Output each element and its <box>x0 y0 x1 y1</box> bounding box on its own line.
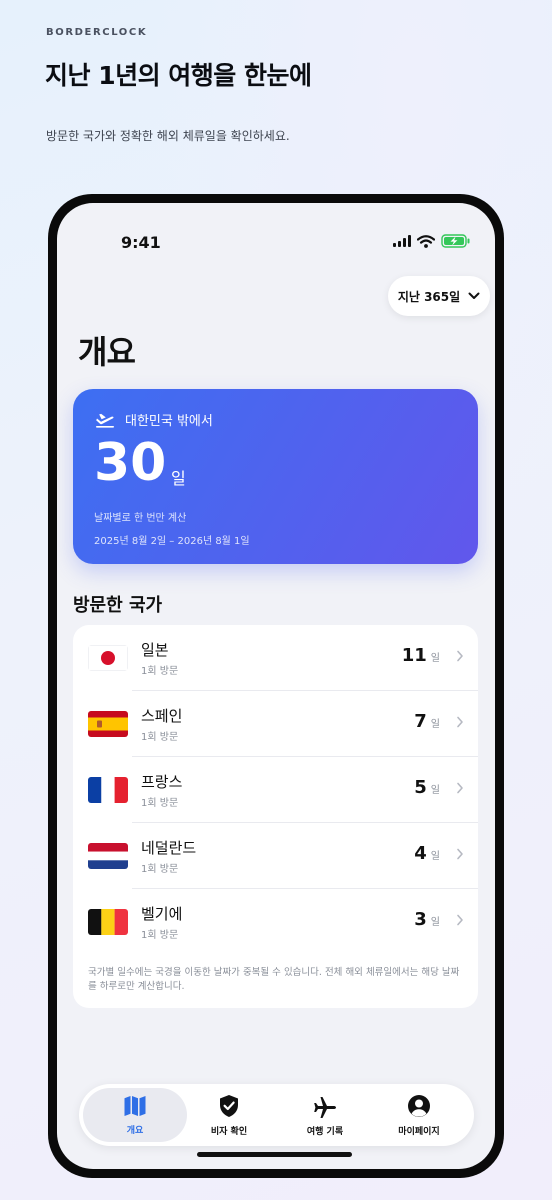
country-days-unit: 일 <box>430 719 440 730</box>
country-days-unit: 일 <box>430 851 440 862</box>
country-days-value: 11 <box>401 645 427 666</box>
country-name: 일본 <box>141 641 169 659</box>
country-visits: 1회 방문 <box>141 666 179 677</box>
country-days-unit: 일 <box>430 653 440 664</box>
country-visits: 1회 방문 <box>141 732 179 743</box>
country-days-value: 3 <box>414 909 427 930</box>
country-row-france[interactable]: 프랑스 1회 방문 5일 <box>73 757 478 823</box>
belgium-flag-icon <box>88 909 128 935</box>
tab-visa-check[interactable]: 비자 확인 <box>177 1088 281 1142</box>
date-range: 2025년 8월 2일 – 2026년 8월 1일 <box>94 536 250 547</box>
shield-check-icon <box>220 1094 238 1117</box>
overlap-footnote: 국가별 일수에는 국경을 이동한 날짜가 중복될 수 있습니다. 전체 해외 체… <box>88 967 460 992</box>
days-abroad-unit: 일 <box>171 469 186 488</box>
status-time: 9:41 <box>121 233 161 252</box>
status-icons <box>393 233 471 249</box>
country-days-unit: 일 <box>430 785 440 796</box>
tab-label: 비자 확인 <box>210 1126 248 1137</box>
country-days: 5일 <box>414 777 440 798</box>
country-name: 스페인 <box>141 707 183 725</box>
tab-bar: 개요 비자 확인 여행 기록 마이페이지 <box>79 1084 474 1146</box>
country-days: 4일 <box>414 843 440 864</box>
period-selector[interactable]: 지난 365일 <box>388 276 490 316</box>
country-name: 벨기에 <box>141 905 183 923</box>
tab-label: 개요 <box>126 1125 144 1136</box>
tab-label: 마이페이지 <box>398 1126 440 1137</box>
page-title: 개요 <box>78 333 136 371</box>
country-visits: 1회 방문 <box>141 864 179 875</box>
home-indicator <box>197 1152 352 1157</box>
subtitle: 방문한 국가와 정확한 해외 체류일을 확인하세요. <box>46 129 290 143</box>
tab-overview[interactable]: 개요 <box>83 1088 187 1142</box>
chevron-right-icon <box>457 782 463 794</box>
country-days: 7일 <box>414 711 440 732</box>
cellular-signal-icon <box>393 235 411 247</box>
country-row-japan[interactable]: 일본 1회 방문 11 일 <box>73 625 478 691</box>
days-abroad-card: 대한민국 밖에서 30 일 날짜별로 한 번만 계산 2025년 8월 2일 –… <box>73 389 478 564</box>
country-days-value: 5 <box>414 777 427 798</box>
headline: 지난 1년의 여행을 한눈에 <box>45 61 312 90</box>
airplane-icon <box>314 1096 336 1118</box>
chevron-right-icon <box>457 848 463 860</box>
visited-countries-title: 방문한 국가 <box>73 595 163 616</box>
chevron-down-icon <box>468 292 480 299</box>
visited-countries-list: 일본 1회 방문 11 일 스페인 1회 방문 7일 프랑스 1회 방문 5 일… <box>73 625 478 1008</box>
country-visits: 1회 방문 <box>141 930 179 941</box>
france-flag-icon <box>88 777 128 803</box>
counting-note: 날짜별로 한 번만 계산 <box>94 513 187 524</box>
map-icon <box>124 1095 146 1116</box>
country-days: 11 일 <box>402 645 440 666</box>
airplane-departure-icon <box>96 413 114 428</box>
country-days: 3일 <box>414 909 440 930</box>
tab-travel-log[interactable]: 여행 기록 <box>273 1088 377 1142</box>
country-name: 네덜란드 <box>141 839 197 857</box>
country-days-value: 4 <box>414 843 427 864</box>
country-visits: 1회 방문 <box>141 798 179 809</box>
profile-icon <box>408 1094 430 1117</box>
period-label: 지난 365일 <box>397 289 461 304</box>
tab-label: 여행 기록 <box>306 1126 344 1137</box>
country-row-spain[interactable]: 스페인 1회 방문 7일 <box>73 691 478 757</box>
battery-charging-icon <box>441 234 470 248</box>
chevron-right-icon <box>457 650 463 662</box>
country-days-unit: 일 <box>430 917 440 928</box>
phone-screen: 9:41 지난 365일 개요 대한민국 밖에서 30 일 날짜별로 한 번만 … <box>57 203 495 1169</box>
country-name: 프랑스 <box>141 773 183 791</box>
chevron-right-icon <box>457 914 463 926</box>
phone-frame: 9:41 지난 365일 개요 대한민국 밖에서 30 일 날짜별로 한 번만 … <box>48 194 504 1178</box>
netherlands-flag-icon <box>88 843 128 869</box>
chevron-right-icon <box>457 716 463 728</box>
wifi-icon <box>417 234 435 248</box>
tab-my-page[interactable]: 마이페이지 <box>367 1088 471 1142</box>
country-row-netherlands[interactable]: 네덜란드 1회 방문 4일 <box>73 823 478 889</box>
japan-flag-icon <box>88 645 128 671</box>
country-row-belgium[interactable]: 벨기에 1회 방문 3일 <box>73 889 478 955</box>
days-abroad-label: 대한민국 밖에서 <box>125 414 213 429</box>
days-abroad-value: 30 <box>94 433 167 493</box>
country-days-value: 7 <box>414 711 427 732</box>
brand-label: BORDERCLOCK <box>46 27 148 38</box>
spain-flag-icon <box>88 711 128 737</box>
